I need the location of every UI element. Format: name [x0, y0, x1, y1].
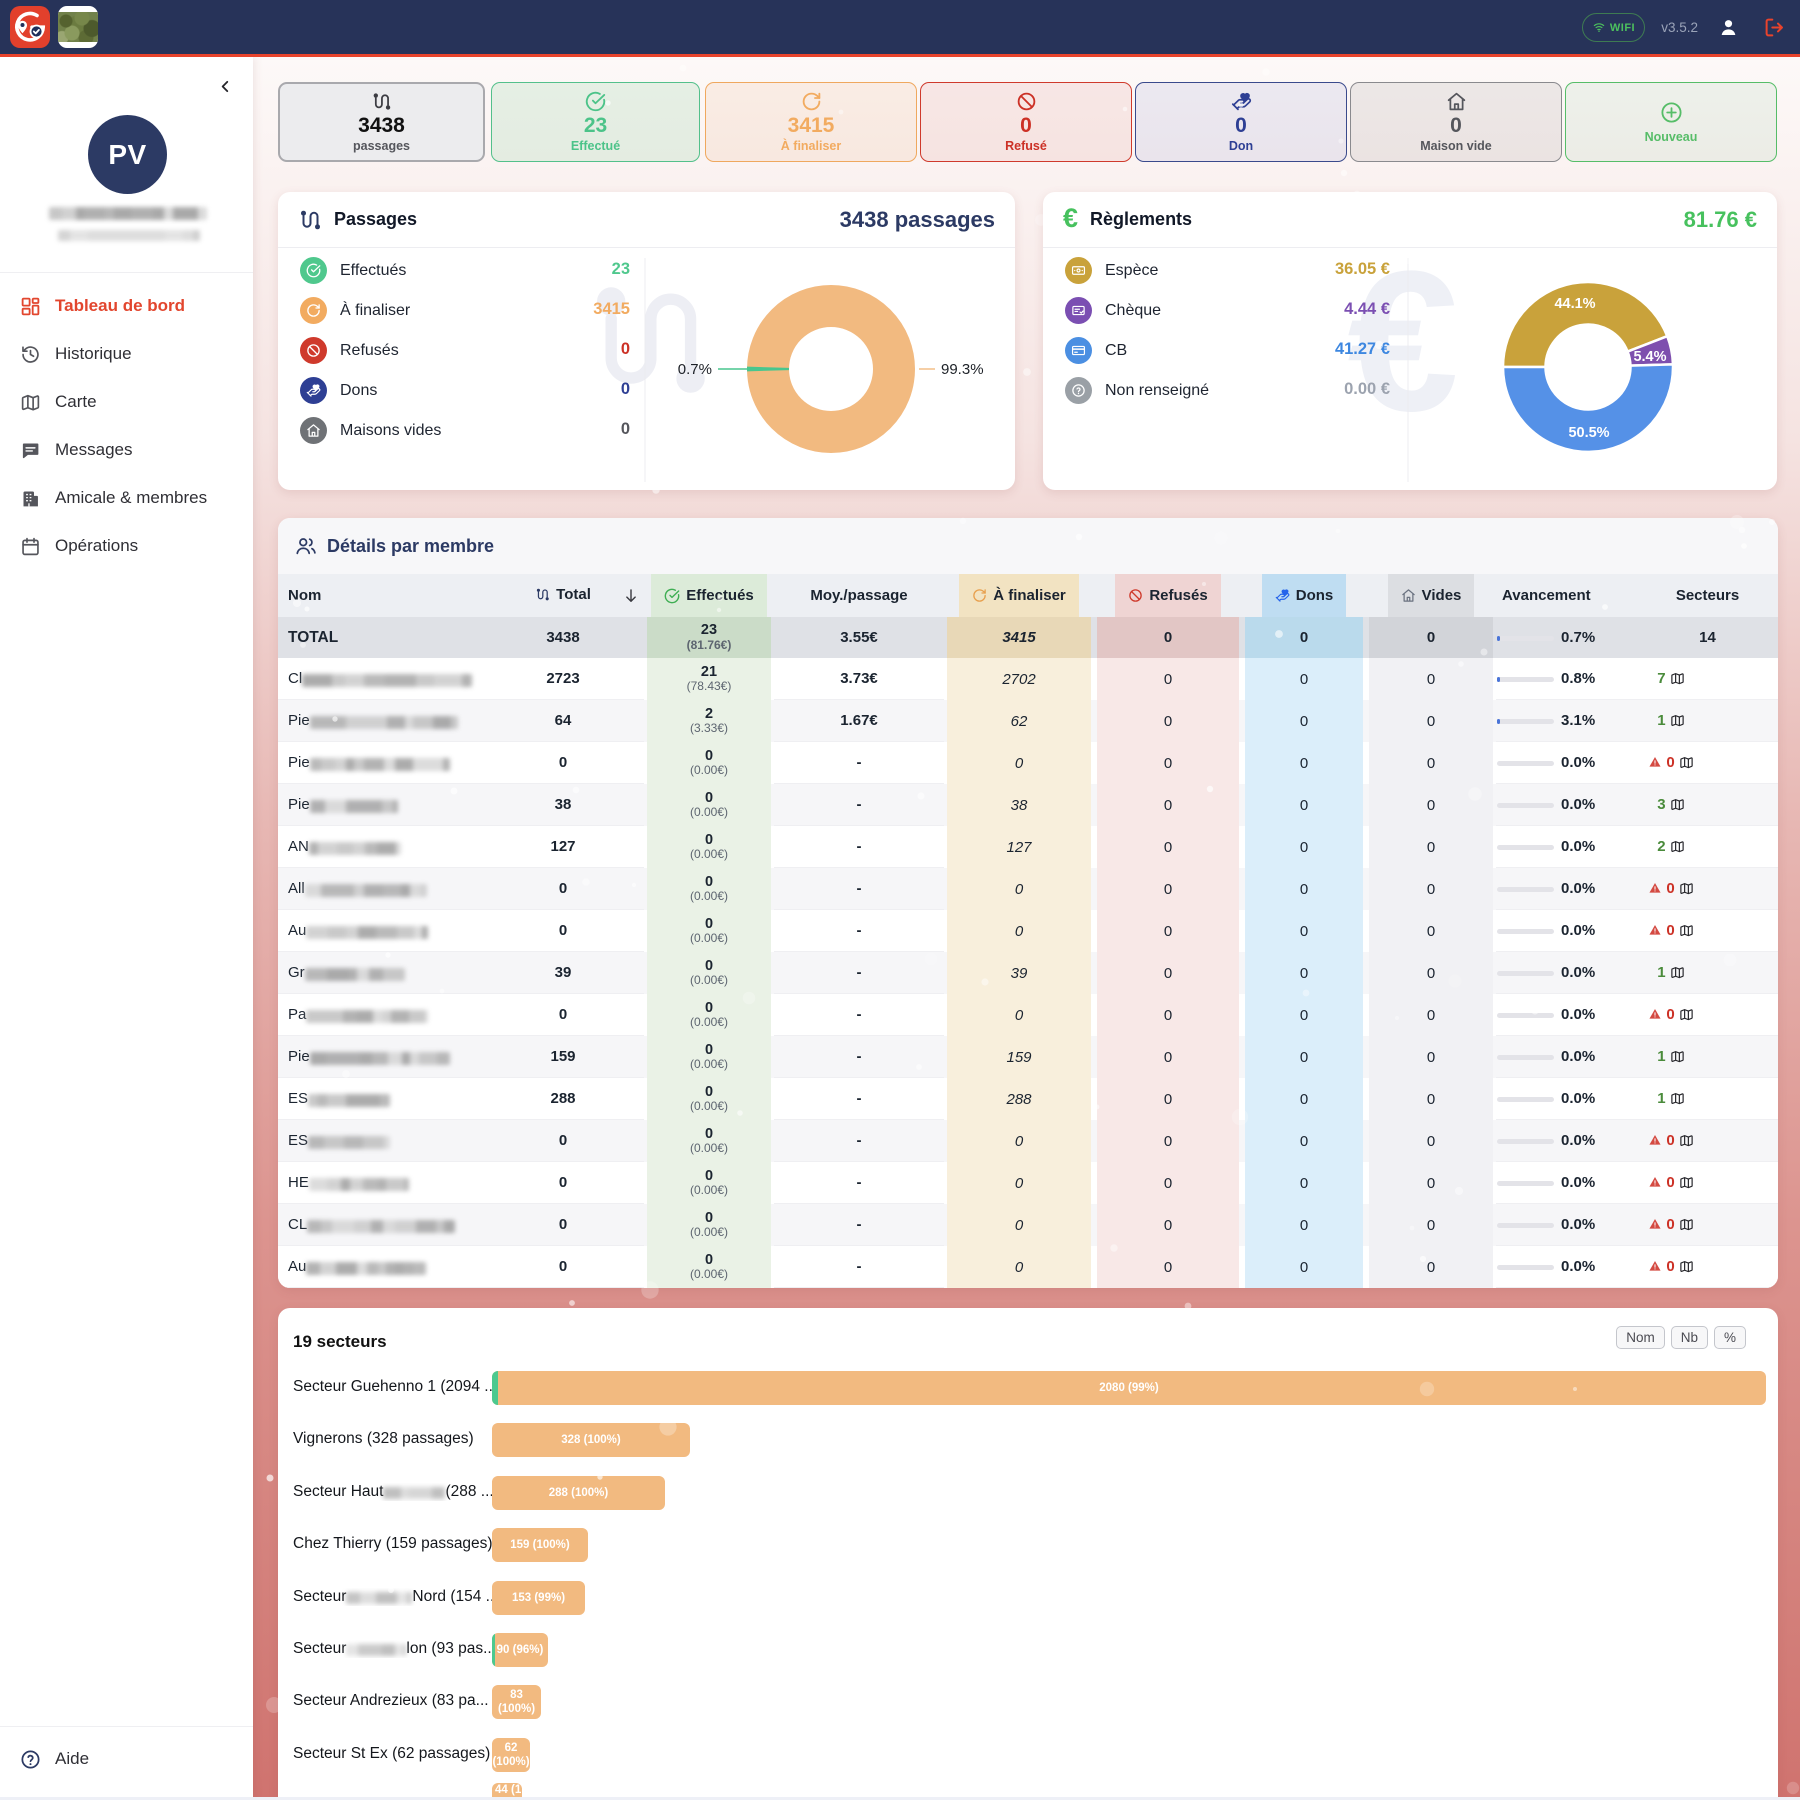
svg-text:50.5%: 50.5% — [1568, 425, 1609, 441]
svg-text:0.7%: 0.7% — [678, 361, 712, 378]
svg-text:44.1%: 44.1% — [1554, 296, 1595, 312]
svg-text:99.3%: 99.3% — [941, 361, 984, 378]
svg-text:5.4%: 5.4% — [1633, 349, 1666, 365]
